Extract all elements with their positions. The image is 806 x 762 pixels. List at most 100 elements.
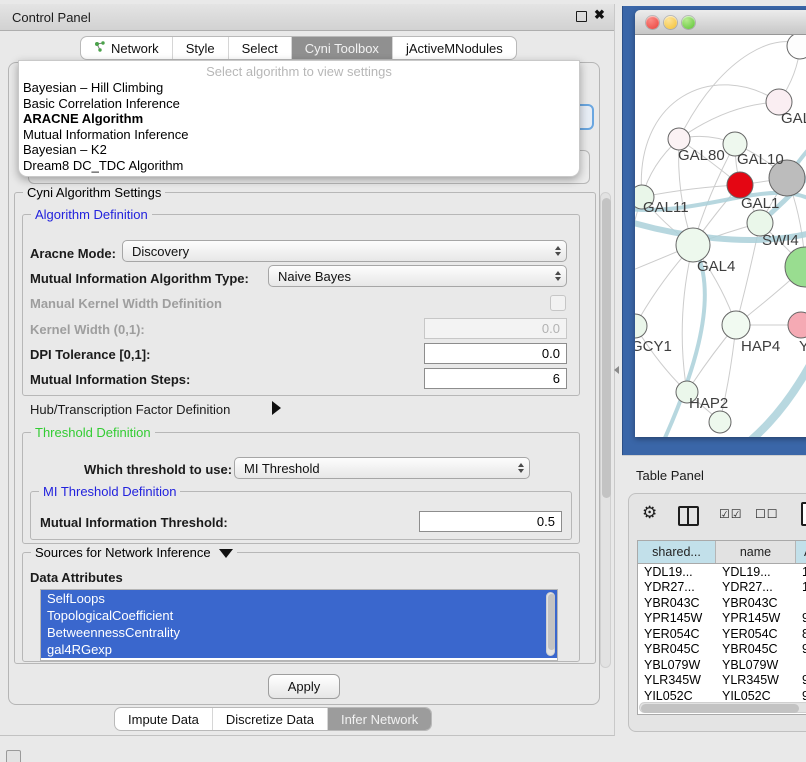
algorithm-definition-legend: Algorithm Definition <box>31 207 152 222</box>
table-panel: Table Panel ⚙ ☑☑ ☐☐ shared... <box>622 455 806 762</box>
column-header-shared[interactable]: shared... <box>638 541 716 563</box>
node-big-green <box>785 247 806 287</box>
node-gcy1 <box>635 314 647 338</box>
kernel-width-field[interactable]: 0.0 <box>424 318 567 339</box>
list-item[interactable]: SelfLoops <box>41 590 557 607</box>
splitter-collapse-icon[interactable] <box>614 366 619 374</box>
mi-steps-field[interactable]: 6 <box>424 368 567 389</box>
expand-right-icon[interactable] <box>272 401 281 415</box>
dropdown-item[interactable]: Bayesian – Hill Climbing <box>19 80 579 96</box>
svg-text:HAP4: HAP4 <box>741 338 780 355</box>
node-table: shared... name A YDL19...YDL19...13YDR27… <box>637 540 806 715</box>
svg-text:GAL10: GAL10 <box>737 151 784 168</box>
screen: Control Panel ✖ Network Style Select Cyn… <box>0 0 806 762</box>
svg-text:SWI4: SWI4 <box>762 232 799 249</box>
cyni-bottom-tabs: Impute Data Discretize Data Infer Networ… <box>114 707 432 731</box>
network-canvas[interactable]: GAL GAL80 GAL10 GAL1 GAL11 SWI4 GAL4 GCY… <box>635 35 806 437</box>
close-icon[interactable]: ✖ <box>594 7 605 23</box>
tab-style[interactable]: Style <box>173 37 229 59</box>
mi-steps-label: Mutual Information Steps: <box>30 372 190 387</box>
gear-icon[interactable]: ⚙ <box>642 503 657 523</box>
node-hap4 <box>722 311 750 339</box>
network-window-titlebar[interactable] <box>635 10 806 35</box>
svg-text:GAL80: GAL80 <box>678 147 725 164</box>
mi-threshold-field[interactable]: 0.5 <box>419 511 562 532</box>
tab-select[interactable]: Select <box>229 37 292 59</box>
dropdown-item-aracne[interactable]: ARACNE Algorithm <box>19 111 579 127</box>
network-icon <box>94 41 106 56</box>
apply-button[interactable]: Apply <box>268 674 340 699</box>
table-row[interactable]: YER054CYER054C8. <box>638 626 806 642</box>
control-panel-window: Control Panel ✖ Network Style Select Cyn… <box>0 4 615 736</box>
dropdown-item[interactable]: Mutual Information Inference <box>19 127 579 143</box>
column-header-name[interactable]: name <box>716 541 796 563</box>
float-icon[interactable] <box>576 11 587 22</box>
tab-jactivemnodules[interactable]: jActiveMNodules <box>393 37 516 59</box>
columns-icon[interactable] <box>678 506 699 526</box>
unchecked-pair-icon[interactable]: ☐☐ <box>755 507 779 521</box>
table-panel-box: ⚙ ☑☑ ☐☐ shared... name <box>628 493 806 732</box>
collapse-down-icon <box>219 549 233 558</box>
tab-network[interactable]: Network <box>81 37 173 59</box>
table-hscrollbar[interactable] <box>639 702 806 713</box>
threshold-definition-legend: Threshold Definition <box>31 425 155 440</box>
column-header-3[interactable]: A <box>796 541 806 563</box>
table-row[interactable]: YLR345WYLR345W9. <box>638 673 806 689</box>
node-unnamed <box>787 35 806 59</box>
svg-text:GAL: GAL <box>781 110 806 127</box>
table-toolbar: ⚙ ☑☑ ☐☐ <box>629 494 806 538</box>
stepper-arrows-icon <box>518 458 524 478</box>
table-row[interactable]: YIL052CYIL052C9 <box>638 688 806 702</box>
table-row[interactable]: YDL19...YDL19...13 <box>638 564 806 580</box>
svg-text:GAL4: GAL4 <box>697 258 735 275</box>
network-graph: GAL GAL80 GAL10 GAL1 GAL11 SWI4 GAL4 GCY… <box>635 35 806 437</box>
tab-infer-network[interactable]: Infer Network <box>328 708 431 730</box>
stepper-arrows-icon <box>555 241 561 261</box>
sources-legend[interactable]: Sources for Network Inference <box>31 545 237 560</box>
tab-discretize-data[interactable]: Discretize Data <box>213 708 328 730</box>
kernel-width-label: Kernel Width (0,1): <box>30 322 145 337</box>
table-row[interactable]: YBL079WYBL079W <box>638 657 806 673</box>
dropdown-item[interactable]: Bayesian – K2 <box>19 142 579 158</box>
list-item[interactable]: BetweennessCentrality <box>41 624 557 641</box>
dpi-tolerance-field[interactable]: 0.0 <box>424 343 567 364</box>
dropdown-item[interactable]: Dream8 DC_TDC Algorithm <box>19 158 579 174</box>
aracne-mode-combo[interactable]: Discovery <box>122 240 567 262</box>
table-row[interactable]: YBR043CYBR043C <box>638 595 806 611</box>
control-panel-title: Control Panel <box>12 10 91 25</box>
list-scrollbar[interactable] <box>546 592 555 656</box>
network-window: GAL GAL80 GAL10 GAL1 GAL11 SWI4 GAL4 GCY… <box>635 10 806 437</box>
minimize-traffic-light[interactable] <box>664 16 677 29</box>
settings-scrollbar[interactable] <box>600 192 611 668</box>
control-panel-tabs: Network Style Select Cyni Toolbox jActiv… <box>80 36 517 60</box>
svg-text:GCY1: GCY1 <box>635 338 672 355</box>
data-attributes-list: SelfLoops TopologicalCoefficient Between… <box>40 589 558 661</box>
manual-kernel-label: Manual Kernel Width Definition <box>30 296 222 311</box>
control-panel-titlebar[interactable]: Control Panel ✖ <box>0 4 614 31</box>
mi-type-label: Mutual Information Algorithm Type: <box>30 271 249 286</box>
stepper-arrows-icon <box>555 266 561 286</box>
algorithm-dropdown-list: Select algorithm to view settings Bayesi… <box>18 60 580 177</box>
which-threshold-combo[interactable]: MI Threshold <box>234 457 530 479</box>
document-icon[interactable] <box>801 502 806 526</box>
tab-cyni-toolbox[interactable]: Cyni Toolbox <box>292 37 393 59</box>
table-row[interactable]: YPR145WYPR145W9. <box>638 611 806 627</box>
manual-kernel-checkbox[interactable] <box>550 295 566 311</box>
minimized-panel-icon[interactable] <box>6 750 21 762</box>
list-item[interactable]: gal4RGexp <box>41 641 557 658</box>
checked-pair-icon[interactable]: ☑☑ <box>719 507 743 521</box>
network-view-panel: GAL GAL80 GAL10 GAL1 GAL11 SWI4 GAL4 GCY… <box>622 6 806 455</box>
tab-impute-data[interactable]: Impute Data <box>115 708 213 730</box>
table-row[interactable]: YDR27...YDR27...12 <box>638 580 806 596</box>
network-node-labels: GAL GAL80 GAL10 GAL1 GAL11 SWI4 GAL4 GCY… <box>635 110 806 412</box>
mi-type-combo[interactable]: Naive Bayes <box>268 265 567 287</box>
close-traffic-light[interactable] <box>646 16 659 29</box>
mi-threshold-legend: MI Threshold Definition <box>39 484 180 499</box>
mi-threshold-label: Mutual Information Threshold: <box>40 515 228 530</box>
zoom-traffic-light[interactable] <box>682 16 695 29</box>
table-row[interactable]: YBR045CYBR045C9. <box>638 642 806 658</box>
dropdown-item[interactable]: Basic Correlation Inference <box>19 96 579 112</box>
hub-definition-toggle[interactable]: Hub/Transcription Factor Definition <box>30 402 230 417</box>
cyni-settings-legend: Cyni Algorithm Settings <box>23 185 165 200</box>
list-item[interactable]: TopologicalCoefficient <box>41 607 557 624</box>
